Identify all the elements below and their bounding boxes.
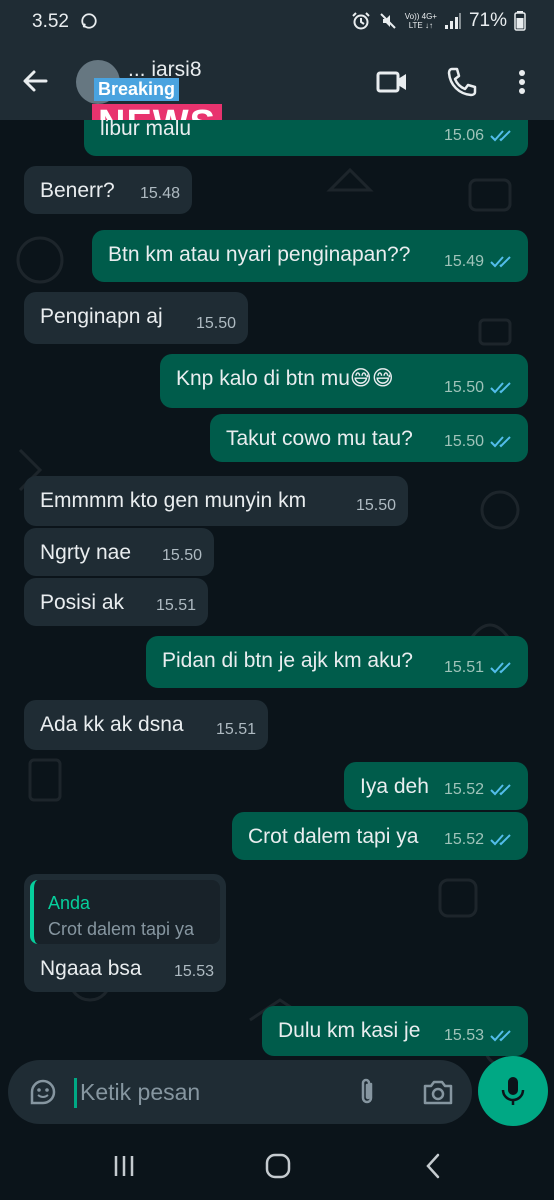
message-bubble-incoming-reply[interactable]: Anda Crot dalem tapi ya Ngaaa bsa 15.53 (24, 874, 226, 992)
back-nav-icon[interactable] (416, 1150, 452, 1182)
message-bubble-incoming[interactable]: Benerr? 15.48 (24, 166, 192, 214)
chat-header: ... iarsi8 Breaking NEWS (0, 44, 554, 144)
message-bubble-incoming[interactable]: Posisi ak 15.51 (24, 578, 208, 626)
quoted-sender: Anda (48, 893, 91, 913)
message-bubble-outgoing[interactable]: Knp kalo di btn mu😅😅 15.50 (160, 354, 528, 408)
message-bubble-incoming[interactable]: Penginapn aj 15.50 (24, 292, 248, 344)
read-receipt-icon (490, 382, 511, 394)
battery-icon (514, 11, 526, 31)
read-receipt-icon (490, 436, 511, 448)
message-bubble-incoming[interactable]: Ngrty nae 15.50 (24, 528, 214, 576)
back-arrow-icon[interactable] (20, 66, 50, 96)
message-bubble-outgoing[interactable]: Crot dalem tapi ya 15.52 (232, 812, 528, 860)
video-call-icon[interactable] (376, 66, 408, 98)
system-navigation-bar (0, 1132, 554, 1200)
home-icon[interactable] (260, 1150, 296, 1182)
read-receipt-icon (490, 662, 511, 674)
recent-apps-icon[interactable] (106, 1150, 142, 1182)
camera-icon[interactable] (422, 1077, 454, 1107)
message-composer (0, 1056, 554, 1130)
status-icons: Vo)) 4G+ LTE ↓↑ 71% (351, 10, 526, 32)
read-receipt-icon (490, 1030, 511, 1042)
quoted-text: Crot dalem tapi ya (48, 919, 195, 939)
status-time: 3.52 (32, 11, 69, 32)
message-bubble-outgoing[interactable]: Pidan di btn je ajk km aku? 15.51 (146, 636, 528, 688)
message-bubble-outgoing[interactable]: libur malu 15.06 (84, 120, 528, 156)
mute-icon (380, 13, 396, 29)
read-receipt-icon (490, 130, 511, 142)
message-input-container (8, 1060, 472, 1124)
message-list[interactable]: libur malu 15.06 Benerr? 15.48 Btn km at… (0, 120, 554, 1070)
signal-icon (444, 13, 461, 29)
message-bubble-incoming[interactable]: Emmmm kto gen munyin km 15.50 (24, 476, 408, 526)
battery-percent: 71% (468, 10, 507, 31)
message-bubble-outgoing[interactable]: Takut cowo mu tau? 15.50 (210, 414, 528, 462)
microphone-icon (501, 1077, 525, 1105)
whatsapp-notification-icon (81, 13, 97, 29)
paperclip-icon[interactable] (352, 1077, 382, 1107)
message-bubble-outgoing[interactable]: Dulu km kasi je 15.53 (262, 1006, 528, 1056)
quoted-message[interactable]: Anda Crot dalem tapi ya (30, 880, 220, 944)
text-caret (74, 1078, 77, 1108)
read-receipt-icon (490, 256, 511, 268)
more-options-icon[interactable] (506, 66, 538, 98)
status-bar: 3.52 Vo)) 4G+ LTE ↓↑ 71% (0, 0, 554, 44)
read-receipt-icon (490, 834, 511, 846)
sticker-icon[interactable] (28, 1077, 58, 1107)
phone-icon[interactable] (446, 66, 478, 98)
read-receipt-icon (490, 784, 511, 796)
breaking-label: Breaking (94, 78, 180, 101)
message-input[interactable] (80, 1072, 330, 1112)
message-bubble-outgoing[interactable]: Btn km atau nyari penginapan?? 15.49 (92, 230, 528, 282)
voice-record-button[interactable] (478, 1056, 548, 1126)
network-label: Vo)) 4G+ LTE ↓↑ (404, 12, 437, 30)
message-bubble-incoming[interactable]: Ada kk ak dsna 15.51 (24, 700, 268, 750)
alarm-icon (352, 12, 370, 30)
message-bubble-outgoing[interactable]: Iya deh 15.52 (344, 762, 528, 810)
